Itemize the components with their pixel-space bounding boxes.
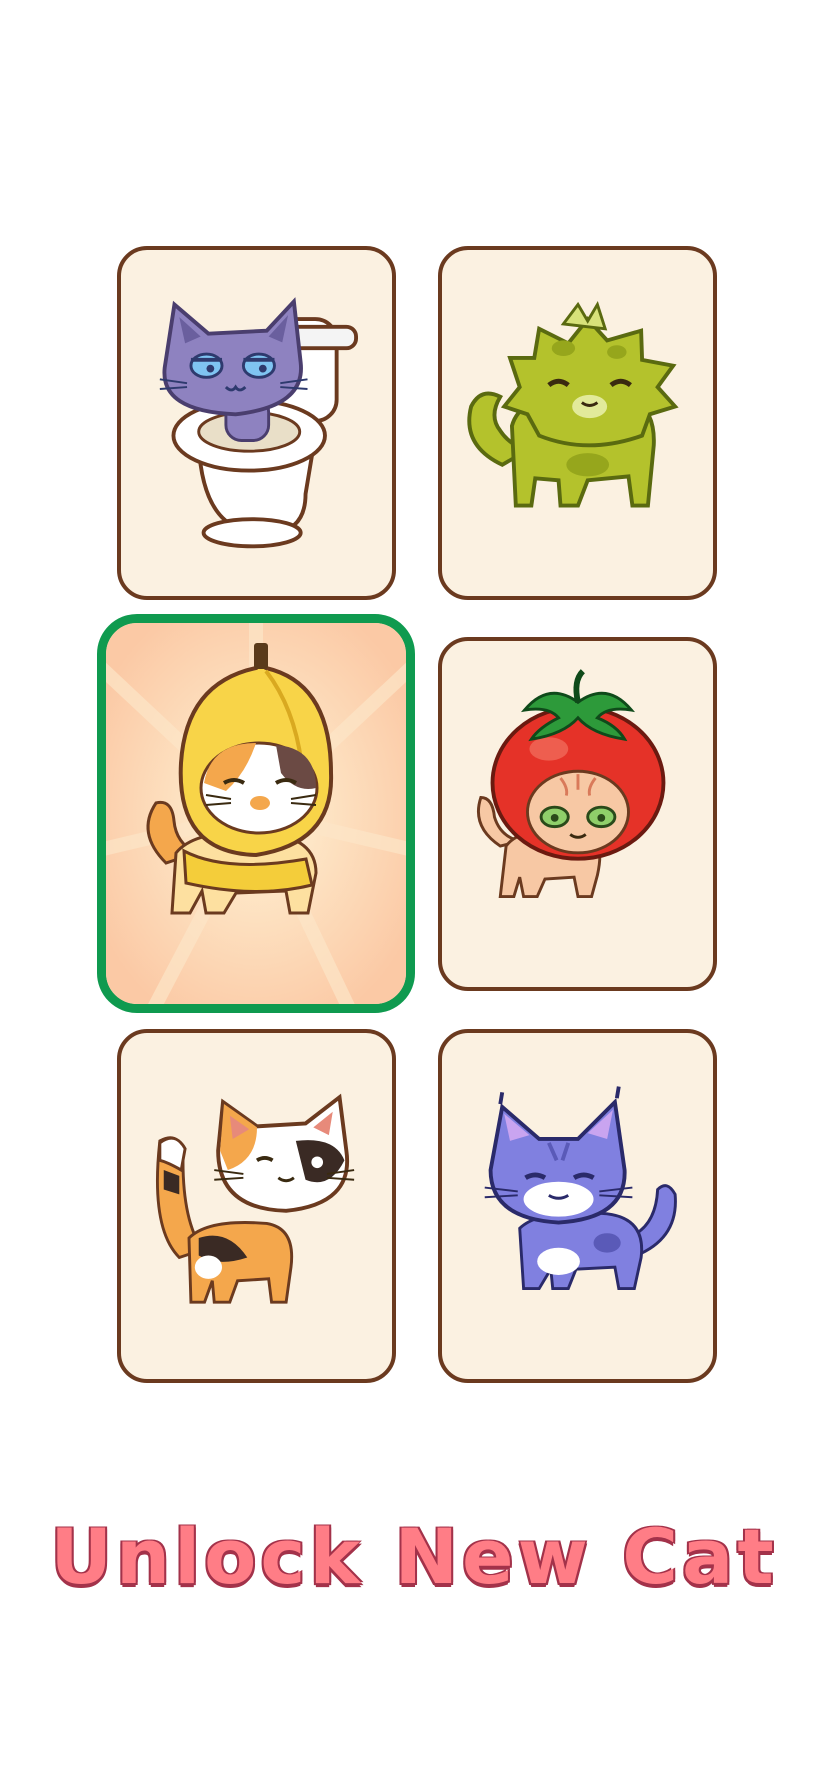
cat-card-purple-lynx-cat[interactable] xyxy=(438,1029,717,1383)
cat-card-tomato-cat[interactable] xyxy=(438,637,717,991)
cat-card-green-fluffy-cat[interactable] xyxy=(438,246,717,600)
unlock-new-cat-title: Unlock New Cat xyxy=(50,1512,778,1601)
skibidi-toilet-cat-icon xyxy=(159,297,359,549)
banana-cat-icon xyxy=(106,623,406,1004)
cat-card-calico-cat[interactable] xyxy=(117,1029,396,1383)
tomato-cat-icon xyxy=(476,669,666,899)
calico-cat-icon xyxy=(155,1093,355,1304)
cat-card-banana-cat[interactable] xyxy=(97,614,415,1013)
cat-card-toilet-cat[interactable] xyxy=(117,246,396,600)
purple-lynx-cat-icon xyxy=(484,1086,677,1291)
green-fluffy-cat-icon xyxy=(467,300,679,508)
